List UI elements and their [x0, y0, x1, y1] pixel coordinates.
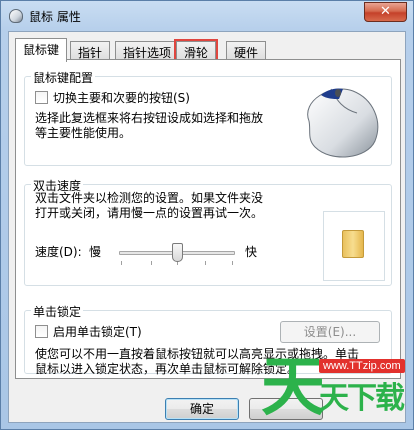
switch-buttons-label: 切换主要和次要的按钮(S) [53, 91, 190, 105]
mouse-illustration-icon [307, 88, 379, 158]
slider-tick [121, 261, 122, 265]
slider-tick [205, 261, 206, 265]
slow-label: 慢 [89, 245, 102, 259]
slider-tick [151, 261, 152, 265]
tab-hardware[interactable]: 硬件 [226, 41, 267, 61]
button-config-legend: 鼠标键配置 [31, 69, 96, 86]
double-click-group: 双击速度 双击文件夹以检测您的设置。如果文件夹没 打开或关闭，请用慢一点的设置再… [24, 177, 392, 286]
click-lock-label: 启用单击锁定(T) [53, 325, 142, 339]
folder-icon[interactable] [342, 230, 364, 258]
speed-slider-thumb[interactable] [172, 243, 183, 262]
click-lock-row[interactable]: 启用单击锁定(T) [35, 325, 142, 340]
tab-wheel[interactable]: 滑轮 [173, 39, 219, 63]
button-config-group: 鼠标键配置 切换主要和次要的按钮(S) 选择此复选框来将右按钮设成如选择和拖放 … [24, 69, 392, 166]
button-config-description: 选择此复选框来将右按钮设成如选择和拖放 等主要性能使用。 [35, 111, 285, 141]
tab-buttons[interactable]: 鼠标键 [15, 38, 68, 62]
watermark-text: 天下载 [319, 381, 405, 416]
tab-pointers[interactable]: 指针 [70, 41, 111, 61]
switch-buttons-row[interactable]: 切换主要和次要的按钮(S) [35, 91, 190, 106]
ok-button[interactable]: 确定 [165, 398, 239, 420]
title-bar[interactable]: 鼠标 属性 ✕ [1, 1, 413, 31]
button-config-description-line1: 选择此复选框来将右按钮设成如选择和拖放 [35, 111, 264, 125]
site-watermark-logo: 天 www.TTzip.com 天下载 [261, 349, 411, 429]
double-click-test-area[interactable] [323, 211, 385, 281]
tab-panel: 鼠标键配置 切换主要和次要的按钮(S) 选择此复选框来将右按钮设成如选择和拖放 … [15, 59, 401, 379]
fast-label: 快 [245, 245, 258, 259]
speed-label: 速度(D): [35, 245, 82, 259]
double-click-description-line1: 双击文件夹以检测您的设置。如果文件夹没 [35, 191, 264, 205]
window-title: 鼠标 属性 [29, 10, 81, 24]
watermark-badge: www.TTzip.com [319, 359, 405, 373]
close-button[interactable]: ✕ [364, 2, 407, 22]
click-lock-legend: 单击锁定 [31, 303, 84, 320]
tab-pointer-options[interactable]: 指针选项 [115, 41, 180, 61]
double-click-description: 双击文件夹以检测您的设置。如果文件夹没 打开或关闭，请用慢一点的设置再试一次。 [35, 191, 303, 221]
slider-tick [232, 261, 233, 265]
watermark-glyph: 天 [261, 350, 325, 425]
mouse-icon [9, 9, 23, 23]
mouse-properties-window: 鼠标 属性 ✕ 鼠标键 指针 指针选项 滑轮 硬件 鼠标键配置 切换主要和次要的… [0, 0, 414, 430]
double-click-description-line2: 打开或关闭，请用慢一点的设置再试一次。 [35, 206, 264, 220]
settings-button[interactable]: 设置(E)... [280, 321, 380, 343]
switch-buttons-checkbox[interactable] [35, 91, 48, 104]
click-lock-checkbox[interactable] [35, 325, 48, 338]
button-config-description-line2: 等主要性能使用。 [35, 126, 132, 140]
